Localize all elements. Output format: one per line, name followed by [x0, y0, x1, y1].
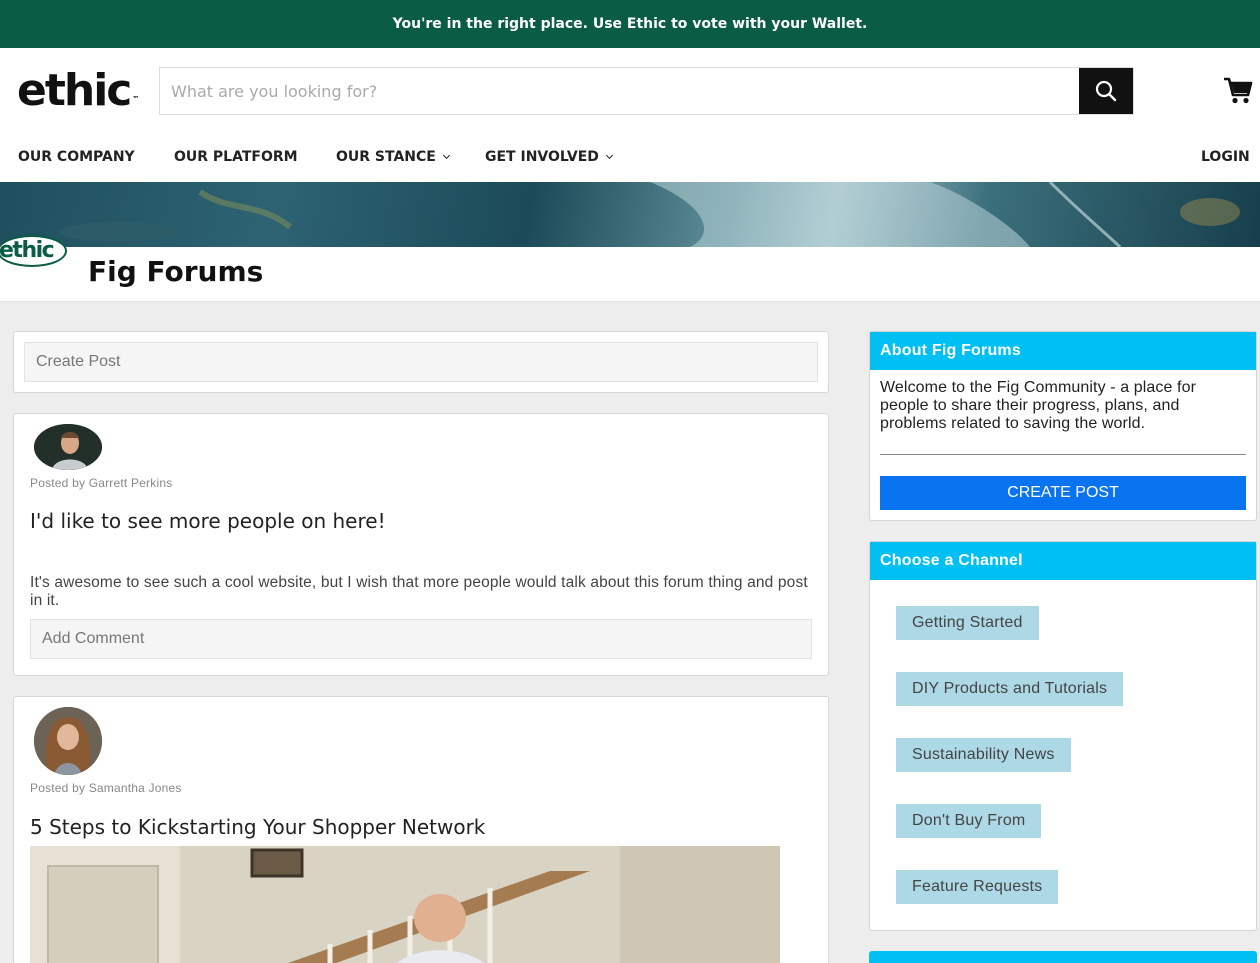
login-link[interactable]: LOGIN — [1201, 143, 1250, 171]
post-photo — [30, 846, 780, 963]
create-post-card: Create Post — [13, 331, 829, 393]
next-sidebar-card-header — [869, 951, 1257, 963]
channels-title: Choose a Channel — [870, 542, 1256, 580]
about-card: About Fig Forums Welcome to the Fig Comm… — [869, 331, 1257, 521]
nav-our-platform[interactable]: OUR PLATFORM — [174, 143, 298, 171]
cart-button[interactable] — [1222, 74, 1254, 108]
forum-title-bar: ethic Fig Forums — [0, 235, 1260, 302]
chevron-down-icon — [442, 151, 450, 160]
avatar-photo — [34, 424, 102, 470]
post-author[interactable]: Posted by Samantha Jones — [30, 781, 182, 795]
post-image[interactable] — [30, 846, 780, 963]
post-card: Posted by Garrett Perkins I'd like to se… — [13, 413, 829, 676]
nav-get-involved[interactable]: GET INVOLVED — [485, 143, 613, 171]
cart-icon — [1224, 77, 1253, 104]
main-nav: OUR COMPANY OUR PLATFORM OUR STANCE GET … — [0, 143, 1260, 171]
ocean-plastic-image — [60, 182, 1240, 247]
channel-getting-started[interactable]: Getting Started — [896, 606, 1039, 640]
avatar[interactable] — [34, 707, 102, 775]
page-title: Fig Forums — [88, 255, 264, 288]
channels-card: Choose a Channel Getting Started DIY Pro… — [869, 541, 1257, 931]
forum-banner-image — [0, 182, 1260, 247]
channel-sustainability-news[interactable]: Sustainability News — [896, 738, 1071, 772]
channel-diy-products[interactable]: DIY Products and Tutorials — [896, 672, 1124, 706]
create-post-input[interactable]: Create Post — [24, 342, 818, 382]
forum-logo: ethic — [0, 235, 67, 267]
create-post-button[interactable]: CREATE POST — [880, 476, 1246, 510]
ethic-logo[interactable]: ethic ™ — [17, 66, 139, 116]
announcement-text: You're in the right place. Use Ethic to … — [392, 16, 868, 32]
about-description: Welcome to the Fig Community - a place f… — [880, 379, 1197, 432]
site-header: ethic™ OUR COMPANY OUR PLATFORM OUR STAN… — [0, 48, 1260, 182]
post-title[interactable]: I'd like to see more people on here! — [30, 509, 386, 533]
divider — [880, 454, 1246, 455]
announcement-bar: You're in the right place. Use Ethic to … — [0, 0, 1260, 48]
search-icon — [1095, 80, 1117, 102]
avatar[interactable] — [34, 424, 102, 470]
about-title: About Fig Forums — [870, 332, 1256, 370]
channel-dont-buy-from[interactable]: Don't Buy From — [896, 804, 1042, 838]
post-body: It's awesome to see such a cool website,… — [30, 574, 808, 609]
search-input[interactable] — [160, 68, 1079, 114]
search-bar — [159, 67, 1134, 115]
nav-our-stance[interactable]: OUR STANCE — [336, 143, 450, 171]
chevron-down-icon — [605, 151, 613, 160]
channel-feature-requests[interactable]: Feature Requests — [896, 870, 1059, 904]
nav-our-company[interactable]: OUR COMPANY — [18, 143, 135, 171]
post-title[interactable]: 5 Steps to Kickstarting Your Shopper Net… — [30, 815, 485, 839]
add-comment-input[interactable]: Add Comment — [30, 619, 812, 659]
avatar-photo — [34, 707, 102, 775]
search-button[interactable] — [1079, 68, 1133, 114]
post-author[interactable]: Posted by Garrett Perkins — [30, 476, 172, 490]
post-card: Posted by Samantha Jones 5 Steps to Kick… — [13, 696, 829, 963]
